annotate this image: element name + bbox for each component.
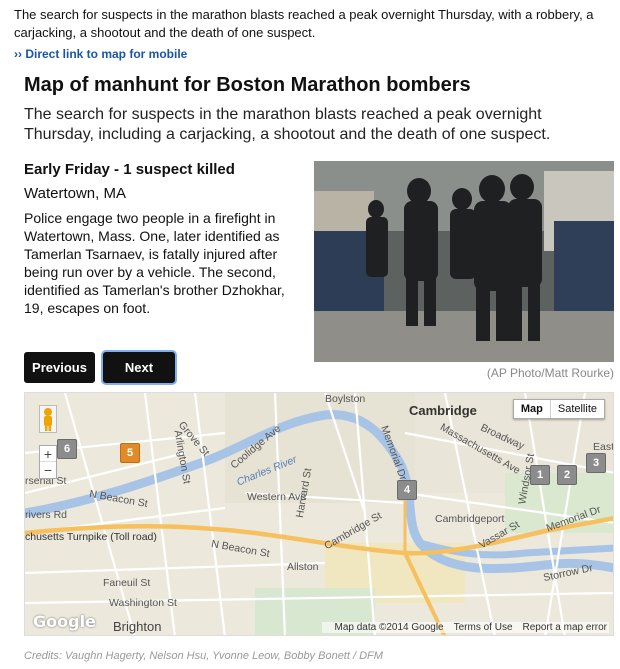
map-footer: Map data ©2014 Google Terms of Use Report … [322,622,609,633]
map-label-mass-turnpike: chusetts Turnpike (Toll road) [25,531,157,543]
map-label-cambridgeport: Cambridgeport [435,513,505,525]
map-label-brighton: Brighton [113,619,162,634]
map-label-rivers-rd: rivers Rd [25,509,68,521]
map-marker[interactable]: 2 [557,465,577,485]
news-photo [314,161,614,362]
map-marker[interactable]: 3 [586,453,606,473]
page-title: Map of manhunt for Boston Marathon bombe… [24,74,471,96]
map-label-allston: Allston [287,561,319,573]
map-label-faneuil-st: Faneuil St [103,577,151,589]
map-label-east: East [593,441,614,453]
map-label-cambridge: Cambridge [409,403,477,418]
page-subtitle: The search for suspects in the marathon … [24,106,551,143]
terms-of-use-link[interactable]: Terms of Use [454,622,513,633]
event-heading: Early Friday - 1 suspect killed [24,161,235,178]
zoom-out-button[interactable]: − [40,462,56,478]
street-view-pegman-icon[interactable] [39,405,57,433]
map-marker[interactable]: 1 [530,465,550,485]
map-type-satellite-button[interactable]: Satellite [551,400,604,418]
mobile-map-link[interactable]: ›› Direct link to map for mobile [14,47,187,61]
zoom-in-button[interactable]: + [40,446,56,462]
event-location: Watertown, MA [24,185,126,202]
map-label-washington-st: Washington St [109,597,177,609]
event-description: Police engage two people in a firefight … [24,210,285,316]
intro-text: The search for suspects in the marathon … [14,7,594,40]
map-type-control: Map Satellite [512,399,605,419]
credits: Credits: Vaughn Hagerty, Nelson Hsu, Yvo… [24,650,383,662]
photo-credit: (AP Photo/Matt Rourke) [486,366,614,380]
google-logo: Google [33,612,96,631]
zoom-control: + − [39,445,57,479]
map-view[interactable]: Cambridge Cambridgeport Allston Brighton… [24,392,614,636]
next-button[interactable]: Next [103,352,175,383]
map-data-notice: Map data ©2014 Google [334,622,444,633]
report-map-error-link[interactable]: Report a map error [523,622,607,633]
map-label-boylston: Boylston [325,393,366,405]
map-type-map-button[interactable]: Map [514,400,551,418]
map-marker[interactable]: 4 [397,480,417,500]
map-marker[interactable]: 6 [57,439,77,459]
map-marker[interactable]: 5 [120,443,140,463]
previous-button[interactable]: Previous [24,352,95,383]
